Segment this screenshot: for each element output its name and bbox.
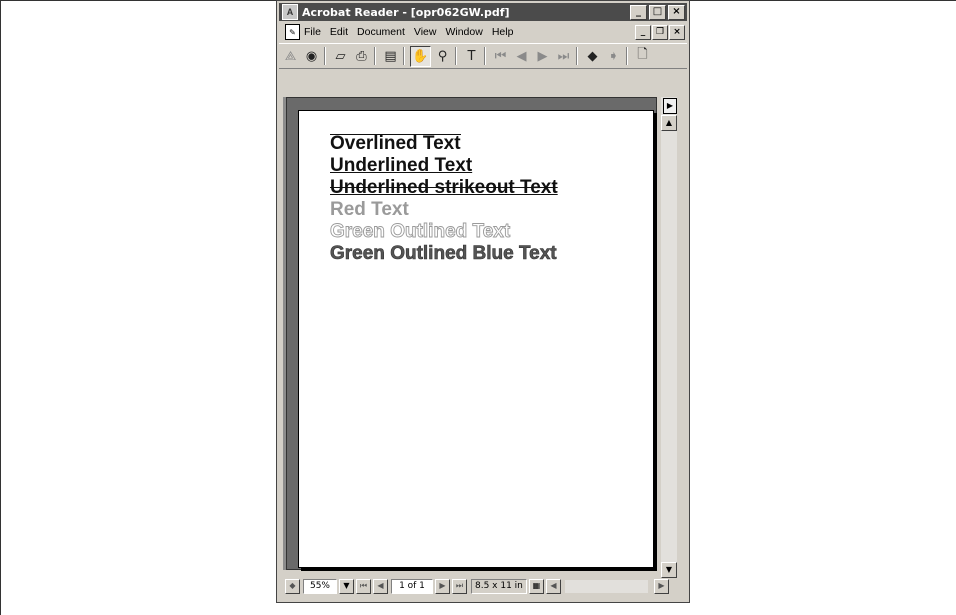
last-page-status-icon[interactable]: ⏭ [452,578,467,594]
green-outlined-blue-text: Green Outlined Blue Text [330,243,557,265]
menu-document[interactable]: Document [357,26,405,38]
toolbar-separator [626,47,628,65]
text-select-tool-icon[interactable]: T [462,47,481,66]
underlined-text: Underlined Text [330,155,473,176]
menu-edit[interactable]: Edit [330,26,348,38]
vertical-scrollbar[interactable]: ▲ ▼ [661,97,677,578]
title-bar[interactable]: A Acrobat Reader - [opr062GW.pdf] _ □ × [279,3,687,21]
go-forward-icon[interactable]: ➧ [604,47,623,66]
horizontal-scrollbar[interactable] [564,579,648,593]
red-text: Red Text [330,199,409,220]
scroll-down-button[interactable]: ▼ [661,562,677,578]
scroll-up-button[interactable]: ▲ [661,115,677,131]
minimize-button[interactable]: _ [630,4,647,20]
web-search-icon[interactable]: ◉ [302,47,321,66]
green-outlined-text: Green Outlined Text [330,221,511,243]
print-icon[interactable]: ⎙ [352,47,371,66]
menu-help[interactable]: Help [492,26,514,38]
hand-tool-icon[interactable]: ✋ [410,45,431,67]
screen-border-left [0,0,1,615]
zoom-dropdown-icon[interactable]: ▼ [339,578,354,594]
toolbar-separator [374,47,376,65]
acrobat-app-icon[interactable]: A [282,4,298,20]
underlined-strikeout-text: Underlined strikeout Text [330,177,558,198]
menu-file[interactable]: File [304,26,321,38]
acrobat-logo-icon: ⟁ [284,48,297,64]
acrobat-reader-window: A Acrobat Reader - [opr062GW.pdf] _ □ × … [276,0,690,603]
menu-view[interactable]: View [414,26,437,38]
overlined-text: Overlined Text [330,133,461,154]
pdf-page[interactable]: Overlined Text Underlined Text Underline… [298,110,654,568]
toolbar-separator [455,47,457,65]
menu-window[interactable]: Window [445,26,482,38]
scroll-left-button[interactable]: ◀ [545,578,561,594]
page-layout-icon[interactable]: ▦ [528,578,544,594]
document-close-button[interactable]: × [669,24,685,40]
page-size-readout: 8.5 x 11 in [471,578,527,594]
toolbar-separator [403,47,405,65]
zoom-tool-icon[interactable]: ⚲ [433,47,452,66]
close-button[interactable]: × [668,4,685,20]
navigation-pane-toggle-icon[interactable]: ▶ [663,98,677,114]
zoom-field[interactable]: 55% [303,578,337,594]
first-page-icon[interactable]: ⏮ [491,47,510,66]
page-number-field[interactable]: 1 of 1 [391,578,433,594]
next-page-status-icon[interactable]: ▶ [435,578,450,594]
toolbar-separator [324,47,326,65]
previous-page-status-icon[interactable]: ◀ [373,578,388,594]
show-navigation-pane-icon[interactable]: ▤ [381,47,400,66]
toolbar: ⟁ ◉ ▱ ⎙ ▤ ✋ ⚲ T ⏮ ◀ ▶ ⏭ ◆ ➧ 🗋 [279,43,687,69]
restore-button[interactable]: □ [649,4,666,20]
last-page-icon[interactable]: ⏭ [554,47,573,66]
scroll-right-button[interactable]: ▶ [654,578,669,594]
next-page-icon[interactable]: ▶ [533,47,552,66]
status-bar: ◆ 55% ▼ ⏮ ◀ 1 of 1 ▶ ⏭ 8.5 x 11 in ▦ ◀ ▶ [279,577,687,595]
split-handle-icon[interactable]: ◆ [285,578,300,594]
first-page-status-icon[interactable]: ⏮ [356,578,371,594]
menu-bar: ✎ File Edit Document View Window Help _ … [279,23,687,41]
document-restore-button[interactable]: ❐ [652,24,668,40]
window-title: Acrobat Reader - [opr062GW.pdf] [302,5,510,19]
previous-page-icon[interactable]: ◀ [512,47,531,66]
toolbar-separator [576,47,578,65]
go-back-icon[interactable]: ◆ [583,47,602,66]
open-folder-icon[interactable]: ▱ [331,47,350,66]
actual-size-icon[interactable]: 🗋 [633,47,652,66]
document-control-menu-icon[interactable]: ✎ [285,24,300,40]
toolbar-separator [484,47,486,65]
document-minimize-button[interactable]: _ [635,24,651,40]
